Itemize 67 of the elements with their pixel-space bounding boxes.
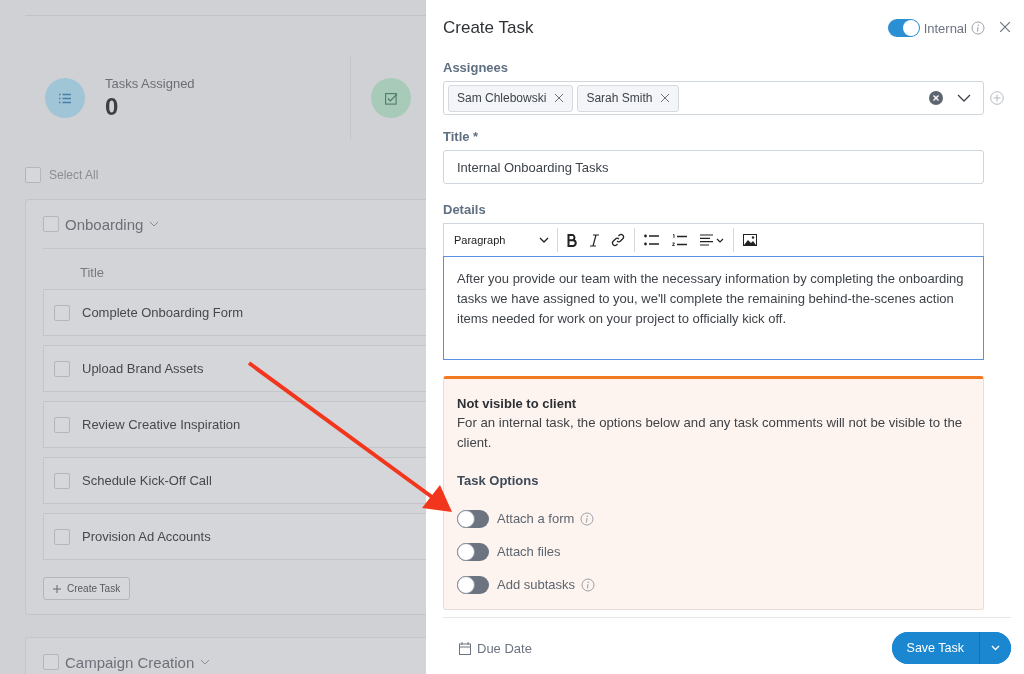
numbered-list-icon[interactable] — [672, 233, 688, 247]
chevron-down-icon — [539, 237, 549, 243]
toggle-switch[interactable] — [457, 542, 489, 561]
task-row[interactable]: Upload Brand Assets — [43, 345, 426, 392]
option-label: Attach a form — [497, 511, 575, 526]
option-label: Add subtasks — [497, 577, 576, 592]
assignee-chip[interactable]: Sarah Smith — [577, 84, 680, 112]
task-row[interactable]: Review Creative Inspiration — [43, 401, 426, 448]
assignees-select[interactable]: Sam Chlebowski Sarah Smith — [443, 81, 984, 115]
checkbox[interactable] — [54, 528, 70, 545]
link-icon[interactable] — [611, 233, 625, 247]
clear-icon[interactable] — [929, 91, 943, 105]
column-header: Title — [79, 264, 106, 282]
close-icon[interactable] — [999, 21, 1011, 33]
field-label: Assignees — [443, 60, 510, 75]
checkbox[interactable] — [54, 416, 70, 433]
task-row[interactable]: Schedule Kick-Off Call — [43, 457, 426, 504]
plus-icon — [53, 584, 61, 593]
chevron-icon[interactable] — [200, 659, 211, 665]
italic-icon[interactable] — [590, 233, 599, 247]
checkbox[interactable] — [54, 304, 70, 321]
stat-label: Tasks Assigned — [105, 75, 195, 91]
toggle-switch[interactable] — [457, 509, 489, 528]
chevron-icon[interactable] — [149, 221, 160, 227]
checkbox[interactable] — [54, 472, 70, 489]
internal-label: Internal — [923, 20, 967, 36]
task-row[interactable]: Complete Onboarding Form — [43, 289, 426, 336]
checkbox[interactable] — [25, 167, 41, 183]
details-editor[interactable]: After you provide our team with the necessary information by completing the onboarding tasks we have assigned to you, we'll complete the remaining behind-the-scenes action items needed for work on your project to officially kick off. — [443, 256, 984, 360]
section-heading: Task Options — [457, 473, 540, 488]
list-icon — [59, 92, 71, 104]
field-label: Details — [443, 202, 487, 217]
task-title: Schedule Kick-Off Call — [82, 473, 212, 488]
field-label: Title * — [443, 129, 480, 144]
notice-text: For an internal task, the options below and any task comments will not be visible to the client. — [457, 414, 964, 452]
task-title: Review Creative Inspiration — [82, 417, 241, 432]
toggle-switch[interactable] — [457, 575, 489, 594]
task-title: Upload Brand Assets — [82, 361, 204, 376]
stat-value: 0 — [105, 92, 120, 121]
title-input[interactable]: Internal Onboarding Tasks — [443, 150, 984, 184]
task-title: Complete Onboarding Form — [82, 305, 244, 320]
task-title: Provision Ad Accounts — [82, 529, 211, 544]
bold-icon[interactable] — [567, 233, 578, 247]
assignee-chip[interactable]: Sam Chlebowski — [448, 84, 574, 112]
toggle-switch[interactable] — [887, 19, 920, 37]
image-icon[interactable] — [743, 234, 757, 246]
option-label: Attach files — [497, 544, 561, 559]
chevron-down-icon[interactable] — [957, 94, 971, 102]
checkbox[interactable] — [54, 360, 70, 377]
due-date-button[interactable]: Due Date — [453, 639, 538, 657]
chevron-down-icon — [991, 645, 1000, 651]
close-icon[interactable] — [554, 93, 565, 103]
notice-heading: Not visible to client — [457, 396, 578, 411]
create-task-button[interactable]: Create Task — [43, 577, 131, 600]
checkbox-icon — [384, 91, 398, 105]
close-icon[interactable] — [660, 93, 671, 103]
paragraph-dropdown[interactable]: Paragraph — [444, 228, 558, 252]
group-title[interactable]: Campaign Creation — [65, 653, 195, 671]
group-title[interactable]: Onboarding — [65, 215, 144, 233]
bulleted-list-icon[interactable] — [644, 234, 660, 246]
save-options-button[interactable] — [979, 632, 1011, 664]
task-row[interactable]: Provision Ad Accounts — [43, 513, 426, 560]
calendar-icon — [459, 641, 471, 655]
drawer-title: Create Task — [443, 18, 535, 38]
checkbox[interactable] — [43, 216, 59, 232]
align-icon[interactable] — [700, 234, 724, 246]
checkbox[interactable] — [43, 654, 59, 670]
